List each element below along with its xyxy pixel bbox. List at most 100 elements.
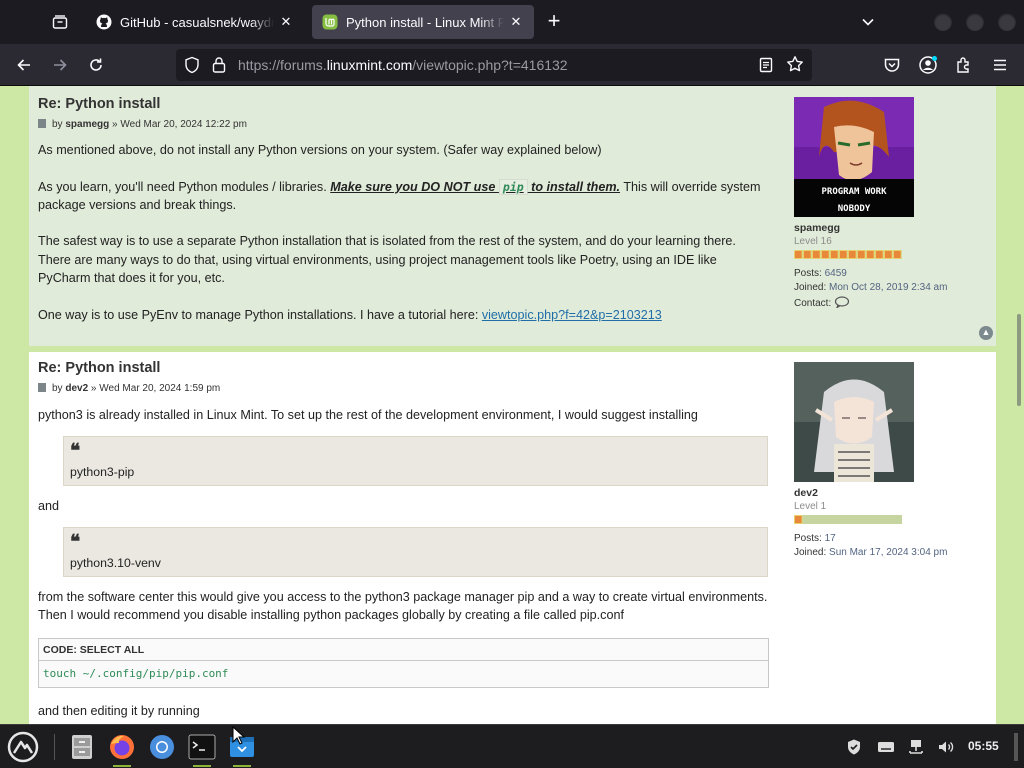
rank-bar (794, 515, 902, 524)
linux-mint-icon (322, 14, 338, 30)
post-profile: dev2 Level 1 Posts: 17 Joined: Sun Mar 1… (794, 362, 947, 559)
tab-close-button[interactable]: ✕ (508, 14, 524, 30)
new-tab-button[interactable]: + (542, 10, 566, 34)
joined-date: Joined: Sun Mar 17, 2024 3:04 pm (794, 547, 947, 559)
post-paragraph: python3 is already installed in Linux Mi… (38, 408, 698, 422)
app-menu-button[interactable] (987, 52, 1013, 78)
posts-value[interactable]: 6459 (825, 268, 847, 279)
bookmark-star-icon[interactable] (786, 55, 804, 78)
user-rank: Level 16 (794, 236, 832, 247)
pocket-button[interactable] (879, 52, 905, 78)
avatar-image (794, 362, 914, 482)
arrow-right-icon (54, 59, 67, 71)
network-tray-icon[interactable] (906, 737, 926, 757)
tab-github[interactable]: GitHub - casualsnek/waydroid ✕ (86, 5, 304, 39)
shield-tray-icon[interactable] (844, 737, 864, 757)
rank-bar-segment (893, 250, 902, 259)
firefox-icon (110, 735, 134, 759)
tutorial-link[interactable]: viewtopic.php?f=42&p=2103213 (482, 308, 662, 322)
avatar-caption: PROGRAM WORK (821, 187, 887, 197)
avatar-caption: NOBODY (838, 204, 871, 214)
contact: Contact: (794, 296, 947, 310)
tab-close-button[interactable]: ✕ (278, 14, 294, 30)
extensions-button[interactable] (951, 52, 977, 78)
posts-value[interactable]: 17 (825, 533, 836, 544)
post-profile: PROGRAM WORK NOBODY spamegg Level 16 Pos… (794, 97, 947, 310)
quote-text: python3.10-venv (70, 556, 161, 570)
user-rank: Level 1 (794, 501, 827, 512)
contact-label: Contact: (794, 298, 832, 309)
maximize-button[interactable] (966, 13, 984, 31)
rank-bar-segment (794, 515, 803, 524)
rank-bar (794, 250, 902, 259)
chromium-launcher[interactable] (145, 730, 179, 764)
firefox-launcher[interactable] (105, 730, 139, 767)
joined-value: Mon Oct 28, 2019 2:34 am (829, 282, 948, 293)
firefox-view-icon (52, 15, 68, 29)
code-text: touch ~/.config/pip/pip.conf (43, 667, 229, 680)
inline-code: pip (498, 178, 528, 195)
arrow-left-icon (17, 59, 30, 71)
username-link[interactable]: dev2 (794, 487, 947, 499)
post-paragraph: One way is to use PyEnv to manage Python… (38, 306, 768, 324)
reader-view-icon[interactable] (758, 56, 774, 79)
back-to-top-icon[interactable]: ▲ (979, 326, 993, 340)
rank-bar-segment (866, 250, 875, 259)
close-window-button[interactable] (998, 13, 1016, 31)
speech-bubble-icon[interactable] (834, 296, 850, 309)
rank-bar-segment (857, 250, 866, 259)
tab-python-install[interactable]: Python install - Linux Mint Forums ✕ (312, 5, 534, 39)
list-all-tabs-button[interactable] (856, 10, 880, 34)
post-title-link[interactable]: Re: Python install (38, 360, 160, 376)
post-title: Re: Python install (38, 96, 160, 112)
keyboard-tray-icon[interactable] (876, 737, 896, 757)
start-menu-button[interactable] (6, 730, 40, 764)
page-scrollbar[interactable] (1017, 314, 1021, 406)
avatar[interactable]: PROGRAM WORK NOBODY (794, 97, 914, 217)
reload-icon (90, 58, 102, 71)
url-text[interactable]: https://forums.linuxmint.com/viewtopic.p… (238, 57, 568, 73)
show-desktop-button[interactable] (1014, 733, 1018, 761)
joined-date: Joined: Mon Oct 28, 2019 2:34 am (794, 282, 947, 294)
terminal-launcher[interactable] (185, 730, 219, 767)
post-paragraph: As mentioned above, do not install any P… (38, 143, 602, 157)
posts-count: Posts: 17 (794, 533, 947, 545)
username-link[interactable]: spamegg (794, 222, 947, 234)
post-author-line: by dev2 » Wed Mar 20, 2024 1:59 pm (38, 383, 220, 394)
text-span: One way is to use PyEnv to manage Python… (38, 307, 482, 322)
post-author-link[interactable]: dev2 (65, 383, 88, 394)
forum-post: Re: Python install by dev2 » Wed Mar 20,… (29, 352, 996, 724)
forum-post: Re: Python install by spamegg » Wed Mar … (29, 86, 996, 346)
reload-button[interactable] (83, 52, 109, 78)
quote-icon: ❝ (70, 440, 81, 462)
rank-bar-segment (794, 250, 803, 259)
code-select-all-link[interactable]: CODE: SELECT ALL (39, 639, 768, 661)
joined-label: Joined: (794, 547, 827, 558)
post-author-link[interactable]: spamegg (65, 119, 109, 130)
avatar[interactable] (794, 362, 914, 482)
tracking-protection-icon[interactable] (184, 56, 200, 79)
url-bar[interactable]: https://forums.linuxmint.com/viewtopic.p… (176, 49, 812, 81)
chevron-down-icon (862, 18, 874, 26)
rank-bar-segment (848, 250, 857, 259)
minimize-button[interactable] (934, 13, 952, 31)
post-file-icon[interactable] (38, 119, 46, 128)
mouse-cursor-icon (232, 725, 246, 751)
firefox-view-button[interactable] (44, 6, 76, 38)
file-manager-launcher[interactable] (65, 730, 99, 764)
taskbar-clock[interactable]: 05:55 (968, 739, 999, 753)
post-file-icon[interactable] (38, 383, 46, 392)
account-button[interactable] (915, 52, 941, 78)
post-title-link[interactable]: Re: Python install (38, 96, 160, 112)
back-button[interactable] (11, 52, 37, 78)
quote-block: ❝ python3.10-venv (63, 527, 768, 577)
taskbar: 05:55 (0, 724, 1024, 768)
post-content: and (38, 497, 768, 515)
emphasis-text: to install them. (527, 179, 621, 194)
terminal-icon (188, 734, 216, 760)
volume-tray-icon[interactable] (936, 737, 956, 757)
post-date: » Wed Mar 20, 2024 1:59 pm (90, 383, 221, 394)
taskbar-separator (54, 734, 55, 760)
lock-icon[interactable] (212, 56, 226, 79)
forward-button[interactable] (47, 52, 73, 78)
